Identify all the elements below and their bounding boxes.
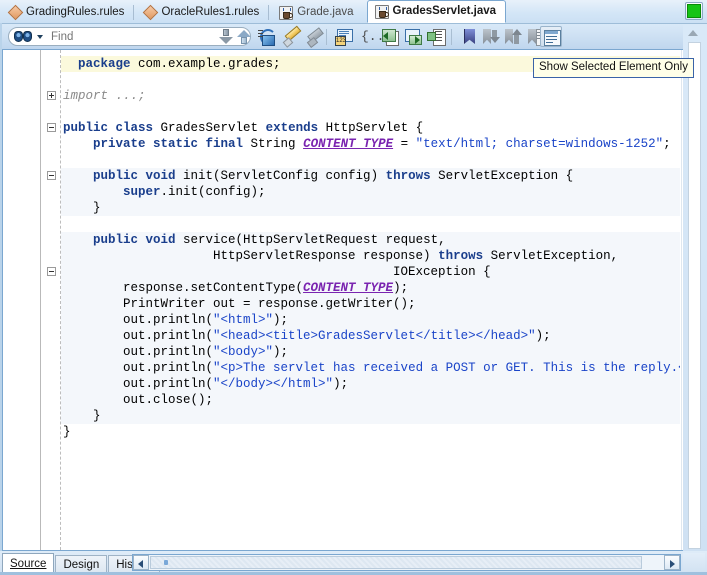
tooltip-content: Show Selected Element Only — [533, 58, 694, 78]
editor-code-area[interactable]: package com.example.grades; import ...; … — [61, 50, 680, 550]
editor-left-gutter[interactable] — [3, 50, 41, 550]
code-analyzer-strip — [683, 24, 707, 551]
editor-tab-strip: GradingRules.rules OracleRules1.rules Gr… — [0, 0, 707, 23]
window-left-edge — [0, 23, 2, 551]
editor-tab-label: GradingRules.rules — [26, 7, 124, 19]
arrow-down-icon — [223, 29, 229, 36]
java-class-icon — [279, 6, 293, 20]
editor-tab-list: GradingRules.rules OracleRules1.rules Gr… — [0, 0, 506, 23]
editor-tab-gradesservlet-java[interactable]: GradesServlet.java — [367, 0, 507, 23]
editor-tab-grade-java[interactable]: Grade.java — [268, 2, 362, 23]
code-line[interactable]: out.close(); — [61, 392, 680, 408]
undo-pages-icon[interactable] — [380, 27, 400, 47]
code-line[interactable]: PrintWriter out = response.getWriter(); — [61, 296, 680, 312]
chevron-up-icon — [688, 30, 698, 36]
bookmark-icon[interactable] — [459, 27, 479, 47]
editor-tab-gradingrules[interactable]: GradingRules.rules — [0, 2, 133, 23]
code-line[interactable] — [61, 152, 680, 168]
find-previous-button[interactable] — [236, 29, 251, 45]
arrow-up-icon — [241, 37, 247, 44]
redo-pages-icon[interactable] — [403, 27, 423, 47]
find-toolbar-field[interactable] — [8, 27, 251, 46]
highlighter-icon[interactable] — [282, 27, 302, 47]
status-badge[interactable] — [687, 4, 701, 18]
toolbar-divider — [326, 29, 327, 45]
code-line[interactable]: } — [61, 200, 680, 216]
editor-tab-label: OracleRules1.rules — [161, 7, 259, 19]
eraser-icon[interactable] — [305, 27, 325, 47]
code-line[interactable]: IOException { — [61, 264, 680, 280]
scroll-right-button[interactable] — [664, 555, 680, 570]
code-line[interactable] — [61, 216, 680, 232]
horizontal-scroll-thumb[interactable] — [150, 556, 642, 569]
code-line[interactable] — [61, 104, 680, 120]
fold-toggle-minus[interactable] — [47, 123, 56, 132]
code-line[interactable]: out.println("<p>The servlet has received… — [61, 360, 680, 376]
rules-diamond-icon — [144, 6, 157, 19]
code-editor[interactable]: package com.example.grades; import ...; … — [2, 49, 705, 551]
ide-window: GradingRules.rules OracleRules1.rules Gr… — [0, 0, 707, 575]
editor-fold-column[interactable] — [42, 50, 60, 550]
braces-icon[interactable]: {..} — [357, 27, 377, 47]
code-line[interactable]: out.println("</body></html>"); — [61, 376, 680, 392]
horizontal-scrollbar[interactable] — [132, 554, 681, 571]
code-line[interactable]: out.println("<html>"); — [61, 312, 680, 328]
show-selected-element-only-button[interactable] — [540, 26, 562, 47]
arrow-left-icon — [138, 560, 143, 568]
editor-tab-label: Grade.java — [297, 7, 353, 19]
code-line[interactable]: super.init(config); — [61, 184, 680, 200]
bookmark-prev-icon[interactable] — [503, 27, 523, 47]
refresh-icon[interactable] — [258, 27, 278, 47]
indent-icon[interactable] — [426, 27, 446, 47]
code-line[interactable]: public void service(HttpServletRequest r… — [61, 232, 680, 248]
scroll-left-button[interactable] — [133, 555, 149, 570]
binoculars-icon[interactable] — [14, 30, 34, 43]
tab-design[interactable]: Design — [55, 555, 107, 573]
code-line[interactable]: import ...; — [61, 88, 680, 104]
code-line[interactable]: HttpServletResponse response) throws Ser… — [61, 248, 680, 264]
java-class-icon — [375, 5, 389, 19]
comment-block-icon[interactable]: 123 — [334, 27, 354, 47]
code-line[interactable]: } — [61, 424, 680, 440]
code-line[interactable]: private static final String CONTENT_TYPE… — [61, 136, 680, 152]
arrow-right-icon — [670, 560, 675, 568]
code-line[interactable]: response.setContentType(CONTENT_TYPE); — [61, 280, 680, 296]
code-line[interactable]: public void init(ServletConfig config) t… — [61, 168, 680, 184]
tab-source[interactable]: Source — [2, 553, 54, 573]
code-line[interactable]: out.println("<head><title>GradesServlet<… — [61, 328, 680, 344]
toolbar-divider — [451, 29, 452, 45]
editor-toolbar: 123 {..} — [0, 23, 707, 49]
rules-diamond-icon — [9, 6, 22, 19]
editor-tab-oraclerules1[interactable]: OracleRules1.rules — [133, 2, 268, 23]
fold-toggle-minus[interactable] — [47, 171, 56, 180]
fold-toggle-plus[interactable] — [47, 91, 56, 100]
fold-toggle-minus[interactable] — [47, 267, 56, 276]
analyzer-overview-column[interactable] — [688, 42, 701, 549]
bottom-right-corner — [683, 553, 705, 572]
code-line[interactable]: out.println("<body>"); — [61, 344, 680, 360]
chevron-down-icon[interactable] — [37, 35, 43, 39]
find-next-button[interactable] — [218, 29, 233, 45]
analyzer-scroll-up-button[interactable] — [686, 26, 701, 39]
bookmark-next-icon[interactable] — [481, 27, 501, 47]
code-line[interactable]: } — [61, 408, 680, 424]
editor-tab-label: GradesServlet.java — [393, 6, 497, 18]
code-line[interactable]: public class GradesServlet extends HttpS… — [61, 120, 680, 136]
